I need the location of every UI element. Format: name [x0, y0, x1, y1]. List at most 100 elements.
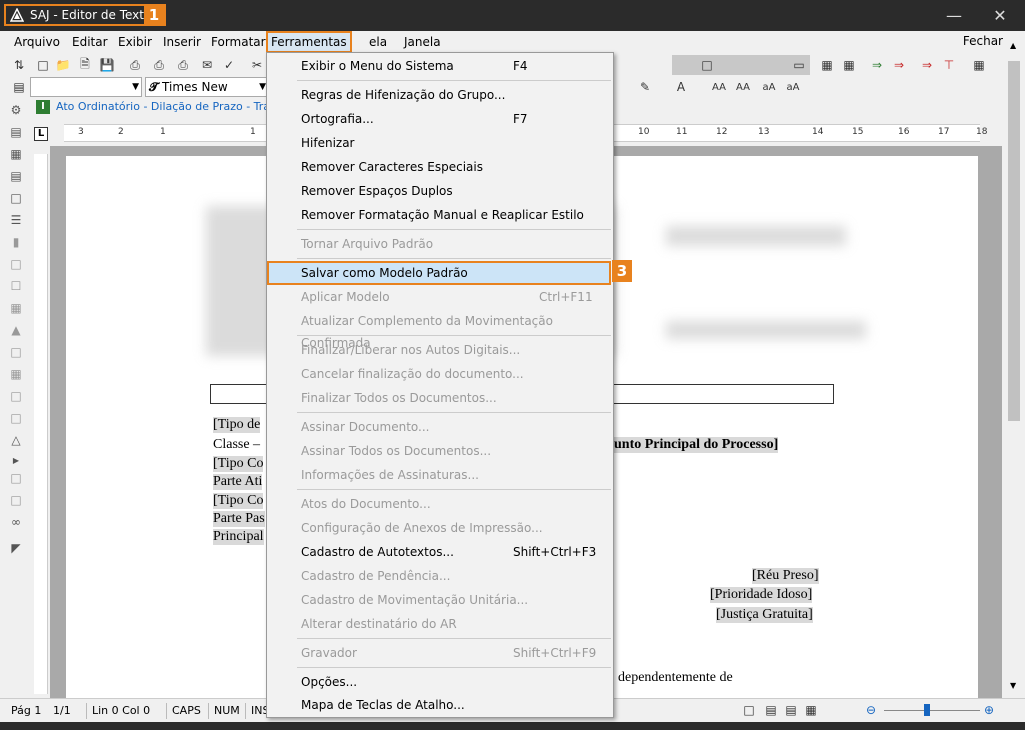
open-folder-icon[interactable]: 📁 — [54, 56, 72, 74]
menu-item-remover-caracteres[interactable]: Remover Caracteres Especiais — [267, 156, 613, 178]
scroll-down-icon[interactable]: ▼ — [1010, 681, 1016, 690]
menu-item-regras-hifenizacao[interactable]: Regras de Hifenização do Grupo... — [267, 84, 613, 106]
menu-item-hifenizar[interactable]: Hifenizar — [267, 132, 613, 154]
menu-item-gravador[interactable]: Gravador Shift+Ctrl+F9 — [267, 642, 613, 664]
grid-icon[interactable]: ▦ — [970, 56, 988, 74]
menu-item-cadastro-movimentacao[interactable]: Cadastro de Movimentação Unitária... — [267, 589, 613, 611]
menu-janela[interactable]: Janela — [401, 34, 444, 51]
view-draft-icon[interactable]: ▤ — [762, 701, 780, 719]
sidebar-tool-icon-9[interactable]: ▲ — [8, 322, 24, 338]
menu-editar[interactable]: Editar — [69, 34, 111, 51]
font-color-icon[interactable]: A — [672, 78, 690, 96]
menu-item-aplicar-modelo[interactable]: Aplicar Modelo Ctrl+F11 — [267, 286, 613, 308]
menu-item-cadastro-autotextos[interactable]: Cadastro de Autotextos... Shift+Ctrl+F3 — [267, 541, 613, 563]
menu-item-atos-documento[interactable]: Atos do Documento... — [267, 493, 613, 515]
menu-item-atualizar-complemento[interactable]: Atualizar Complemento da Movimentação Co… — [267, 310, 613, 350]
menu-item-cadastro-pendencia[interactable]: Cadastro de Pendência... — [267, 565, 613, 587]
cut-icon[interactable]: ✂ — [248, 56, 266, 74]
menu-item-salvar-modelo-padrao[interactable]: Salvar como Modelo Padrão — [267, 261, 611, 285]
sidebar-calendar-icon[interactable]: ▦ — [8, 366, 24, 382]
mail-icon[interactable]: ✉ — [198, 56, 216, 74]
sidebar-comment-icon[interactable]: □ — [8, 190, 24, 206]
split-icon[interactable]: ⇒ — [890, 56, 908, 74]
menu-item-remover-espacos[interactable]: Remover Espaços Duplos — [267, 180, 613, 202]
menu-item-exibir-menu-sistema[interactable]: Exibir o Menu do Sistema F4 — [267, 55, 613, 77]
tab-stop-selector[interactable]: L — [34, 127, 48, 141]
style-select[interactable]: ▼ — [30, 77, 142, 97]
shrink-font-icon[interactable]: AA — [734, 78, 752, 96]
sidebar-expand-icon[interactable]: ▶ — [8, 452, 24, 468]
view-page-icon[interactable]: □ — [740, 701, 758, 719]
document-tab[interactable]: I Ato Ordinatório - Dilação de Prazo - T… — [32, 98, 281, 118]
sidebar-tool-icon-10[interactable]: □ — [8, 344, 24, 360]
minimize-icon[interactable]: — — [931, 0, 977, 31]
print-icon[interactable]: ⎙ — [126, 56, 144, 74]
new-document-icon[interactable]: □ — [34, 56, 52, 74]
sidebar-tool-icon-5[interactable]: ▮ — [8, 234, 24, 250]
menu-item-assinar-todos[interactable]: Assinar Todos os Documentos... — [267, 440, 613, 462]
sidebar-tool-icon-2[interactable]: ▤ — [8, 124, 24, 140]
spellcheck-icon[interactable]: ✓ — [220, 56, 238, 74]
sidebar-tool-icon-4[interactable]: ▤ — [8, 168, 24, 184]
scroll-up-icon[interactable]: ▲ — [1010, 41, 1016, 50]
border-box-icon[interactable]: □ — [698, 56, 716, 74]
zoom-slider-thumb[interactable] — [924, 704, 930, 716]
menu-item-finalizar-liberar[interactable]: Finalizar/Liberar nos Autos Digitais... — [267, 339, 613, 361]
menu-item-remover-formatacao[interactable]: Remover Formatação Manual e Reaplicar Es… — [267, 204, 613, 226]
sidebar-share-icon[interactable]: ∞ — [8, 514, 24, 530]
insert-column-icon[interactable]: ⊤ — [940, 56, 958, 74]
zoom-in-icon[interactable]: ⊕ — [980, 701, 998, 719]
scrollbar-thumb[interactable] — [1008, 61, 1020, 421]
view-book-icon[interactable]: ▦ — [802, 701, 820, 719]
sidebar-tool-icon-12[interactable]: □ — [8, 410, 24, 426]
menu-item-assinar-documento[interactable]: Assinar Documento... — [267, 416, 613, 438]
menu-item-opcoes[interactable]: Opções... — [267, 671, 613, 693]
case-options-icon[interactable]: aA — [784, 78, 802, 96]
merge-icon[interactable]: ⇒ — [868, 56, 886, 74]
grow-font-icon[interactable]: AA — [710, 78, 728, 96]
menu-item-finalizar-todos[interactable]: Finalizar Todos os Documentos... — [267, 387, 613, 409]
sidebar-tool-icon-11[interactable]: □ — [8, 388, 24, 404]
menu-item-cancelar-finalizacao[interactable]: Cancelar finalização do documento... — [267, 363, 613, 385]
sidebar-lock-icon[interactable]: △ — [8, 432, 24, 448]
border-none-icon[interactable]: ▭ — [790, 56, 808, 74]
menu-item-tornar-arquivo-padrao[interactable]: Tornar Arquivo Padrão — [267, 233, 613, 255]
menu-item-configuracao-anexos[interactable]: Configuração de Anexos de Impressão... — [267, 517, 613, 539]
style-icon[interactable]: ▤ — [10, 78, 28, 96]
fechar-button[interactable]: Fechar — [963, 34, 1003, 48]
change-case-icon[interactable]: aA — [760, 78, 778, 96]
menu-exibir[interactable]: Exibir — [115, 34, 155, 51]
sidebar-tool-icon-14[interactable]: □ — [8, 492, 24, 508]
menu-inserir[interactable]: Inserir — [160, 34, 204, 51]
sidebar-tool-icon-3[interactable]: ▦ — [8, 146, 24, 162]
highlight-icon[interactable]: ✎ — [636, 78, 654, 96]
insert-row-icon[interactable]: ⇒ — [918, 56, 936, 74]
vertical-scrollbar[interactable]: ▲ ▼ — [1004, 31, 1025, 698]
zoom-slider[interactable] — [884, 710, 980, 711]
table-cells-icon[interactable]: ▦ — [840, 56, 858, 74]
sidebar-tool-icon-8[interactable]: ▦ — [8, 300, 24, 316]
close-icon[interactable]: ✕ — [977, 0, 1023, 31]
menu-item-ortografia[interactable]: Ortografia... F7 — [267, 108, 613, 130]
table-insert-icon[interactable]: ▦ — [818, 56, 836, 74]
sidebar-tool-icon-7[interactable]: ☐ — [8, 278, 24, 294]
zoom-out-icon[interactable]: ⊖ — [862, 701, 880, 719]
menu-arquivo[interactable]: Arquivo — [11, 34, 63, 51]
menu-formatar[interactable]: Formatar — [208, 34, 269, 51]
menu-item-mapa-teclas[interactable]: Mapa de Teclas de Atalho... — [267, 694, 613, 716]
sidebar-paint-icon[interactable]: ◤ — [8, 540, 24, 556]
sidebar-tool-icon-1[interactable]: ⚙ — [8, 102, 24, 118]
font-select[interactable]: 𝓣 Times New Roman ▼ — [145, 77, 269, 112]
menu-ferramentas[interactable]: Ferramentas — [266, 31, 352, 53]
sidebar-tool-icon-13[interactable]: □ — [8, 470, 24, 486]
save-icon[interactable]: 💾 — [98, 56, 116, 74]
sidebar-list-icon[interactable]: ☰ — [8, 212, 24, 228]
menu-item-alterar-destinatario-ar[interactable]: Alterar destinatário do AR — [267, 613, 613, 635]
menu-janela-partial[interactable]: ela — [366, 34, 390, 51]
print-settings-icon[interactable]: ⎙ — [174, 56, 192, 74]
view-web-icon[interactable]: ▤ — [782, 701, 800, 719]
format-icon[interactable]: ⇅ — [10, 56, 28, 74]
menu-item-informacoes-assinaturas[interactable]: Informações de Assinaturas... — [267, 464, 613, 486]
sidebar-tool-icon-6[interactable]: □ — [8, 256, 24, 272]
open-template-icon[interactable]: 🗎 — [76, 56, 94, 74]
